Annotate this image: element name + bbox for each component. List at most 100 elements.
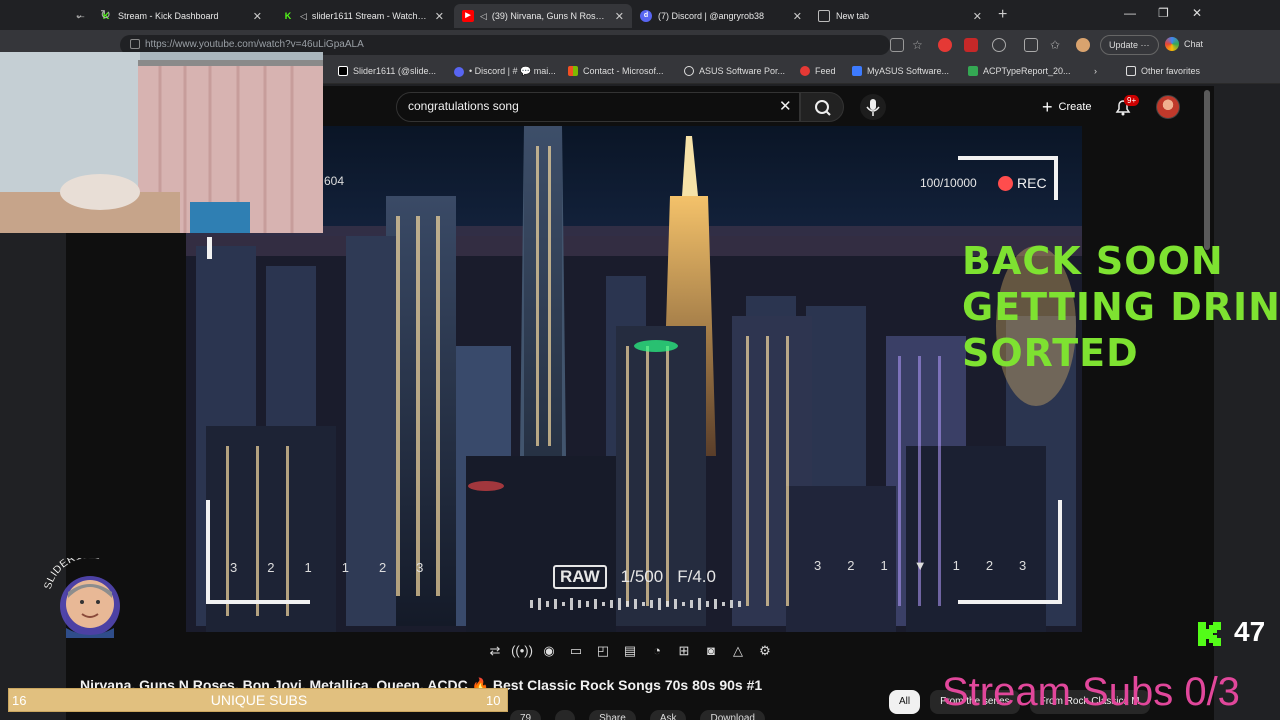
restore-icon[interactable]: ❐: [1158, 6, 1169, 20]
extension-red-icon[interactable]: [938, 38, 952, 52]
create-button[interactable]: + Create: [1036, 92, 1098, 122]
subtitles-icon[interactable]: ▭: [565, 640, 587, 662]
plus-icon: +: [1042, 96, 1053, 117]
grid-icon[interactable]: [890, 38, 904, 52]
back-arrow-icon[interactable]: ←: [74, 7, 87, 22]
other-favorites[interactable]: Other favorites: [1126, 66, 1200, 76]
url-text[interactable]: https://www.youtube.com/watch?v=46uLiGpa…: [145, 39, 364, 50]
dislike-button[interactable]: [555, 710, 576, 720]
exposure-scale-right: 3 2 1 ▼ 1 2 3: [814, 558, 1026, 573]
reload-icon[interactable]: ↻: [100, 7, 111, 23]
bookmark-label: Slider1611 (@slide...: [353, 66, 437, 76]
favorites-icon[interactable]: ✩: [1050, 38, 1064, 52]
discord-icon: d: [640, 10, 652, 22]
raw-badge: RAW: [553, 565, 607, 589]
streamer-badge-logo: SLIDER1611: [42, 558, 120, 638]
autoplay-icon[interactable]: ((•)): [511, 640, 533, 662]
tab-discord[interactable]: d (7) Discord | @angryrob38 ✕: [632, 4, 810, 28]
scale-number: 3: [230, 560, 238, 575]
close-icon[interactable]: ✕: [973, 10, 982, 23]
scale-number: 3: [1019, 558, 1027, 573]
clip-icon[interactable]: ⊞: [673, 640, 695, 662]
tab-kick-watch-live[interactable]: K ◁ slider1611 Stream - Watch Live ✕: [274, 4, 452, 28]
aperture: F/4.0: [677, 567, 716, 586]
bookmarks-overflow-chevron-icon[interactable]: ›: [1094, 66, 1097, 76]
unique-subs-goal: 10: [486, 693, 501, 708]
video-actions: 79 Share Ask Download: [510, 710, 765, 720]
bookmark-item[interactable]: • Discord | # 💬 mai...: [454, 66, 556, 77]
player-controls: ⇄ ((•)) ◉ ▭ ◰ ▤ ◔ ⊞ ◙ △ ⚙: [484, 640, 784, 662]
audio-waveform: [530, 598, 741, 610]
download-button[interactable]: Download: [700, 710, 765, 720]
screen: ⌄ K Stream - Kick Dashboard ✕ K ◁ slider…: [0, 0, 1280, 720]
kick-logo-icon: [1198, 622, 1221, 646]
bookmark-item[interactable]: MyASUS Software...: [852, 66, 949, 76]
update-button[interactable]: Update ···: [1100, 35, 1159, 55]
viewfinder-corner-top-right: [958, 156, 1058, 200]
window-close-icon[interactable]: ✕: [1192, 6, 1202, 20]
tab-label: (39) Nirvana, Guns N Roses, Bo: [491, 11, 609, 21]
youtube-search-input[interactable]: congratulations song: [408, 99, 519, 113]
new-tab-plus-icon[interactable]: +: [998, 6, 1007, 24]
bookmark-item[interactable]: ASUS Software Por...: [684, 66, 785, 76]
account-avatar[interactable]: [1156, 95, 1180, 119]
scale-number: 1: [341, 560, 349, 575]
bookmark-item[interactable]: Slider1611 (@slide...: [338, 66, 436, 76]
bedroom-webcam-image: [0, 52, 323, 233]
ambient-icon[interactable]: ◉: [538, 640, 560, 662]
page-scrollbar[interactable]: [1204, 90, 1210, 250]
site-info-icon[interactable]: [130, 39, 140, 49]
viewfinder-corner-bottom-left: [206, 500, 310, 604]
close-icon[interactable]: ✕: [435, 10, 444, 23]
scale-number: 2: [847, 558, 855, 573]
split-screen-icon[interactable]: [1024, 38, 1038, 52]
screenshot-icon[interactable]: ◙: [700, 640, 722, 662]
clear-search-icon[interactable]: ✕: [779, 97, 792, 115]
kick-icon: K: [284, 11, 292, 21]
tab-youtube-active[interactable]: ▶ ◁ (39) Nirvana, Guns N Roses, Bo ✕: [454, 4, 632, 28]
bookmark-item[interactable]: ACPTypeReport_20...: [968, 66, 1071, 76]
tab-label: New tab: [836, 11, 870, 21]
kick-viewer-count: 47: [1234, 616, 1266, 647]
microphone-icon: [866, 99, 880, 116]
share-button[interactable]: Share: [589, 710, 636, 720]
scale-number: 2: [378, 560, 387, 575]
close-icon[interactable]: ✕: [253, 10, 262, 23]
back-soon-message: BACK SOON GETTING DRINK SORTED: [962, 238, 1280, 376]
lab-flask-icon[interactable]: △: [727, 640, 749, 662]
profile-avatar-icon[interactable]: [1076, 38, 1090, 52]
extension-pen-icon[interactable]: [964, 38, 978, 52]
copilot-chat-button[interactable]: Chat: [1165, 37, 1203, 51]
scale-number: 3: [814, 558, 822, 573]
loop-icon[interactable]: ⇄: [484, 640, 506, 662]
notifications-badge: 9+: [1124, 95, 1140, 106]
extensions-puzzle-icon[interactable]: [992, 38, 1006, 52]
microsoft-icon: [568, 66, 578, 76]
search-button[interactable]: [800, 92, 844, 122]
create-label: Create: [1058, 101, 1092, 113]
ask-button[interactable]: Ask: [649, 710, 687, 720]
scale-number: 1: [952, 558, 960, 573]
hud-partial-number: 604: [324, 174, 345, 188]
voice-search-button[interactable]: [860, 94, 886, 120]
chip-all[interactable]: All: [889, 690, 921, 714]
bookmark-label: ASUS Software Por...: [699, 66, 786, 76]
theater-icon[interactable]: ▤: [619, 640, 641, 662]
like-button[interactable]: 79: [510, 710, 542, 720]
bookmark-item[interactable]: Contact - Microsof...: [568, 66, 664, 76]
camera-settings: RAW 1/500 F/4.0: [553, 565, 716, 589]
tab-kick-dashboard[interactable]: K Stream - Kick Dashboard ✕: [92, 4, 270, 28]
speed-icon[interactable]: ◔: [646, 640, 668, 662]
close-icon[interactable]: ✕: [615, 10, 624, 23]
bookmark-label: Contact - Microsof...: [583, 66, 664, 76]
star-icon[interactable]: ☆: [912, 38, 926, 52]
settings-gear-icon[interactable]: ⚙: [754, 640, 776, 662]
tab-new-tab[interactable]: New tab ✕: [810, 4, 990, 28]
scale-number: 2: [985, 558, 994, 573]
bookmark-item[interactable]: Feed: [800, 66, 836, 76]
minimize-icon[interactable]: —: [1124, 6, 1136, 20]
close-icon[interactable]: ✕: [793, 10, 802, 23]
feed-icon: [800, 66, 810, 76]
miniplayer-icon[interactable]: ◰: [592, 640, 614, 662]
other-favorites-label: Other favorites: [1141, 66, 1201, 76]
